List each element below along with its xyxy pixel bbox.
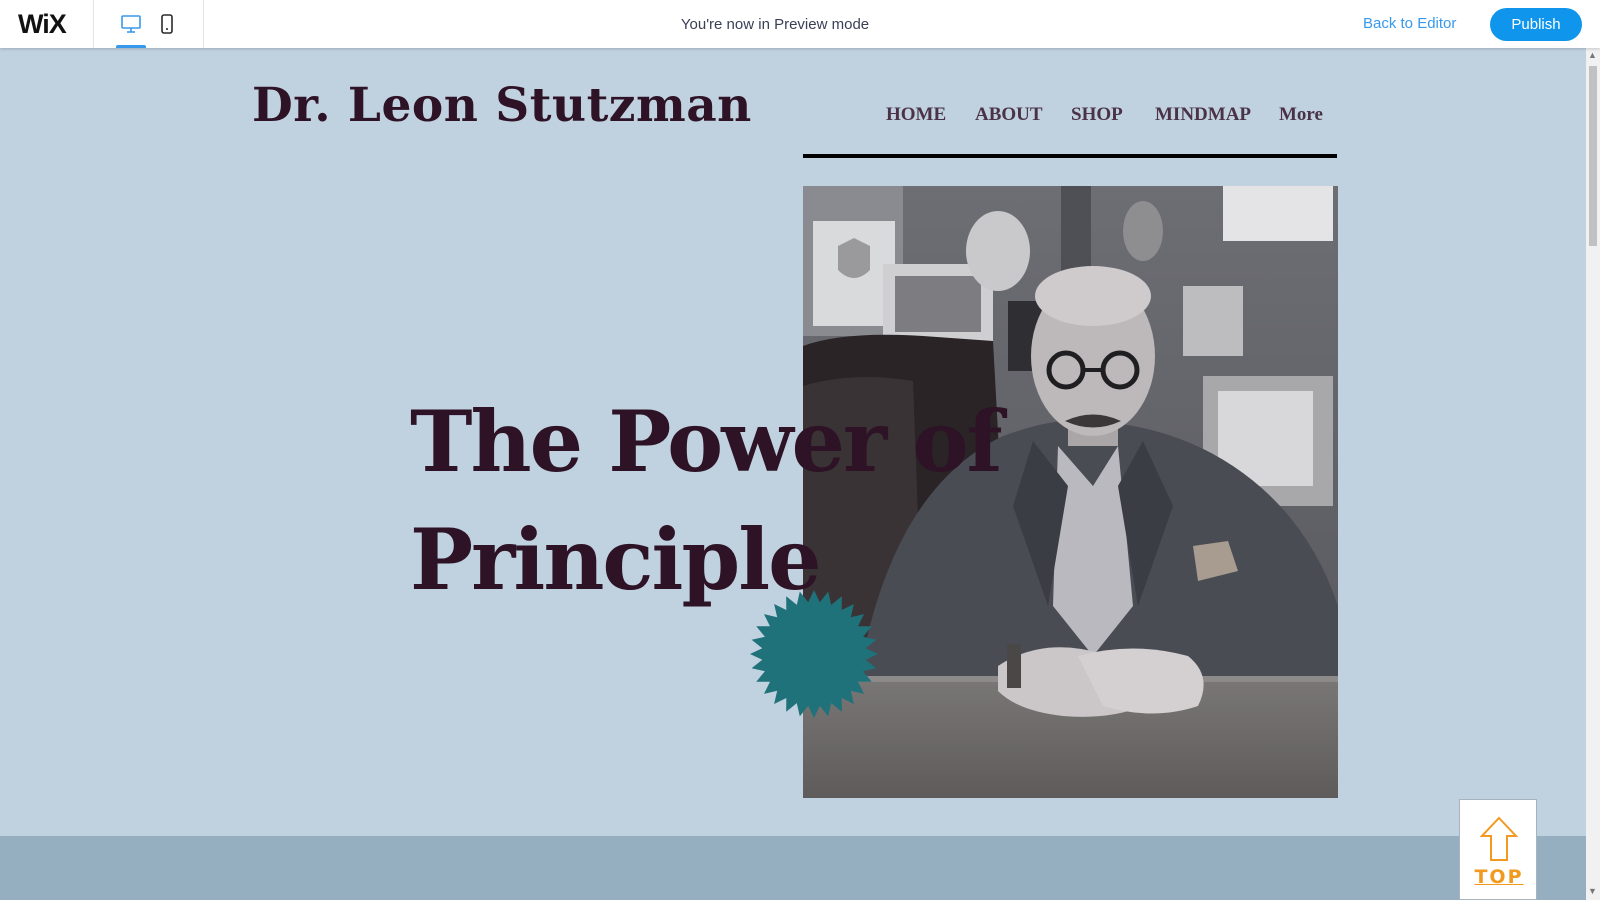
wix-preview-bar: WiX You're now in Preview mode Back to E… — [0, 0, 1600, 48]
nav-item-about[interactable]: ABOUT — [975, 104, 1043, 126]
nav-item-home[interactable]: HOME — [886, 104, 946, 126]
scroll-down-arrow-icon[interactable]: ▼ — [1588, 886, 1597, 896]
nav-item-mindmap[interactable]: MINDMAP — [1155, 104, 1251, 126]
nav-underline — [803, 154, 1337, 158]
main-nav: HOME ABOUT SHOP MINDMAP More — [803, 100, 1337, 158]
preview-mode-message: You're now in Preview mode — [680, 16, 870, 33]
hero-heading-line-2: Principle — [410, 510, 822, 609]
publish-button[interactable]: Publish — [1490, 8, 1582, 41]
scroll-thumb[interactable] — [1589, 66, 1597, 246]
section-band — [0, 836, 1600, 900]
back-to-top-button[interactable]: TOP — [1459, 799, 1537, 900]
hero-heading-line-1: The Power of — [410, 392, 1003, 491]
arrow-up-icon — [1480, 816, 1518, 861]
hero-heading: The Power of Principle — [410, 383, 1003, 619]
nav-item-shop[interactable]: SHOP — [1071, 104, 1123, 126]
scroll-up-arrow-icon[interactable]: ▲ — [1588, 50, 1597, 60]
site-title[interactable]: Dr. Leon Stutzman — [252, 78, 752, 133]
nav-item-more[interactable]: More — [1279, 104, 1323, 126]
page-scrollbar[interactable]: ▲ ▼ — [1586, 48, 1600, 900]
back-to-editor-link[interactable]: Back to Editor — [1363, 15, 1456, 32]
top-label: TOP — [1474, 866, 1524, 888]
starburst-shape — [750, 590, 878, 718]
